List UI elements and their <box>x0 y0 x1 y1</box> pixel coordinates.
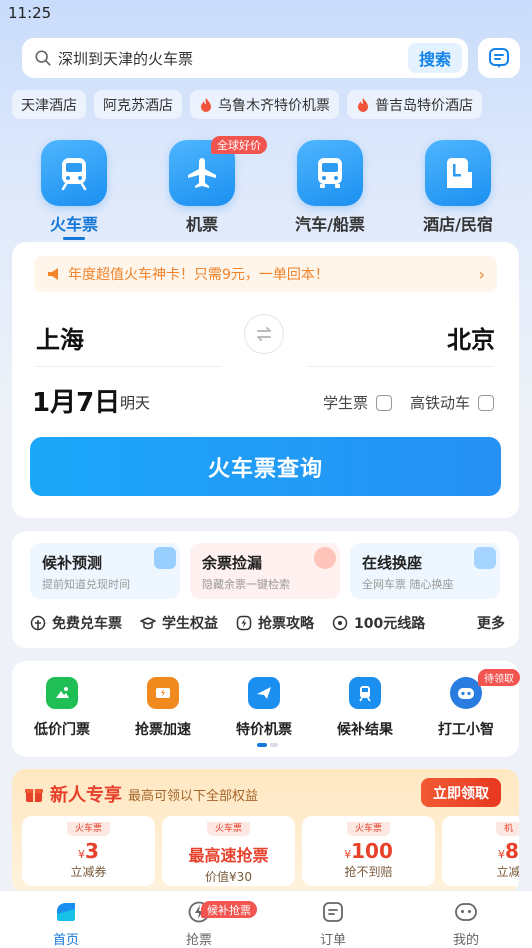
student-ticket-option[interactable]: 学生票 <box>323 392 393 413</box>
page-dot <box>257 743 267 747</box>
tab-grab-tickets[interactable]: 抢票 候补抢票 <box>159 899 257 948</box>
chart-icon <box>154 547 176 569</box>
category-bus[interactable]: 汽车/船票 <box>275 140 385 235</box>
quick-chip[interactable]: 天津酒店 <box>12 90 86 119</box>
swap-cities-button[interactable] <box>244 314 284 354</box>
coupon-card[interactable]: 火车票 最高速抢票 价值¥30 <box>162 816 295 886</box>
ticket-icon <box>46 677 78 709</box>
coupon-card[interactable]: 机 ¥8 立减 <box>442 816 519 886</box>
ticket-search-card: 年度超值火车神卡！只需9元，一单回本！ › 上海 北京 1月7日 明天 学生票 … <box>12 242 519 518</box>
promo-banner[interactable]: 年度超值火车神卡！只需9元，一单回本！ › <box>34 256 497 292</box>
gift-icon <box>30 615 46 631</box>
grid-item[interactable]: 打工小智 待领取 <box>416 669 520 739</box>
quick-chip[interactable]: 阿克苏酒店 <box>94 90 182 119</box>
promo-text: 年度超值火车神卡！只需9元，一单回本！ <box>68 267 329 283</box>
page-indicator <box>257 743 278 747</box>
fire-icon <box>201 97 211 112</box>
service-tile[interactable]: 在线换座 全网车票 随心换座 <box>350 543 500 599</box>
active-indicator <box>63 237 85 240</box>
student-checkbox[interactable] <box>376 394 393 411</box>
graduation-cap-icon <box>140 617 156 630</box>
to-city[interactable]: 北京 <box>447 320 495 355</box>
query-trains-button[interactable]: 火车票查询 <box>30 437 501 496</box>
home-icon <box>57 903 75 921</box>
divider <box>308 366 494 367</box>
tab-orders[interactable]: 订单 <box>293 899 373 948</box>
hotel-icon <box>425 140 491 206</box>
service-tile[interactable]: 余票捡漏 隐藏余票一键检索 <box>190 543 340 599</box>
coupon-card[interactable]: 火车票 ¥3 立减券 <box>22 816 155 886</box>
category-label: 机票 <box>185 215 218 234</box>
date-note: 明天 <box>120 394 151 412</box>
tab-badge: 候补抢票 <box>201 901 257 918</box>
newbie-subtitle: 最高可领以下全部权益 <box>128 788 259 804</box>
grid-item[interactable]: 候补结果 <box>315 677 415 739</box>
newbie-header: 新人专享 最高可领以下全部权益 <box>24 781 258 807</box>
highspeed-checkbox[interactable] <box>478 394 495 411</box>
location-icon <box>332 615 348 631</box>
tab-home[interactable]: 首页 <box>26 899 106 948</box>
highspeed-option[interactable]: 高铁动车 <box>410 392 495 413</box>
order-icon <box>323 902 343 922</box>
service-link[interactable]: 学生权益 <box>140 613 218 633</box>
search-bar[interactable]: 深圳到天津的火车票 搜索 <box>22 38 468 78</box>
quick-chips: 天津酒店 阿克苏酒店 乌鲁木齐特价机票 普吉岛特价酒店 <box>12 90 482 119</box>
grid-item[interactable]: 特价机票 <box>214 677 314 739</box>
clock-icon <box>314 547 336 569</box>
feature-grid: 低价门票 抢票加速 特价机票 候补结果 打工小智 待领取 <box>12 661 520 757</box>
profile-icon <box>455 903 477 921</box>
category-label: 火车票 <box>49 215 98 234</box>
chevron-right-icon: › <box>478 265 485 284</box>
category-train[interactable]: 火车票 <box>19 140 129 240</box>
megaphone-icon <box>48 268 58 280</box>
grid-item[interactable]: 抢票加速 <box>113 677 213 739</box>
services-card: 候补预测 提前知道兑现时间 余票捡漏 隐藏余票一键检索 在线换座 全网车票 随心… <box>12 531 519 648</box>
gift-icon <box>25 789 43 802</box>
category-badge: 全球好价 <box>211 136 267 154</box>
message-icon <box>489 48 509 68</box>
bottom-tab-bar: 首页 抢票 候补抢票 订单 我的 <box>0 890 532 948</box>
from-city[interactable]: 上海 <box>36 320 84 355</box>
train-icon <box>349 677 381 709</box>
page-dot <box>270 743 278 747</box>
message-button[interactable] <box>478 38 520 78</box>
quick-chip[interactable]: 乌鲁木齐特价机票 <box>190 90 339 119</box>
service-link[interactable]: 100元线路 <box>332 613 425 633</box>
category-label: 汽车/船票 <box>295 215 365 234</box>
coupon-card[interactable]: 火车票 ¥100 抢不到赔 <box>302 816 435 886</box>
swap-icon <box>257 327 271 341</box>
bolt-icon <box>236 615 252 631</box>
category-label: 酒店/民宿 <box>423 215 493 234</box>
newbie-benefits: 新人专享 最高可领以下全部权益 立即领取 火车票 ¥3 立减券 火车票 最高速抢… <box>12 769 519 894</box>
service-tile[interactable]: 候补预测 提前知道兑现时间 <box>30 543 180 599</box>
service-link[interactable]: 免费兑车票 <box>30 613 122 633</box>
speed-icon <box>147 677 179 709</box>
search-icon <box>35 50 51 66</box>
plane-icon <box>248 677 280 709</box>
service-links: 免费兑车票 学生权益 抢票攻略 100元线路 更多 <box>30 613 505 633</box>
search-input[interactable]: 深圳到天津的火车票 <box>58 48 408 69</box>
travel-date[interactable]: 1月7日 <box>32 382 120 419</box>
search-button[interactable]: 搜索 <box>408 43 462 73</box>
quick-chip[interactable]: 普吉岛特价酒店 <box>347 90 482 119</box>
seat-icon <box>474 547 496 569</box>
category-nav: 火车票 机票 全球好价 汽车/船票 酒店/民宿 <box>0 136 532 240</box>
newbie-title: 新人专享 <box>50 785 122 806</box>
fire-icon <box>358 97 368 112</box>
category-plane[interactable]: 机票 全球好价 <box>147 136 267 235</box>
category-hotel[interactable]: 酒店/民宿 <box>403 140 513 235</box>
divider <box>36 366 222 367</box>
grid-item[interactable]: 低价门票 <box>12 677 112 739</box>
tab-profile[interactable]: 我的 <box>426 899 506 948</box>
more-link[interactable]: 更多 <box>477 613 505 633</box>
service-link[interactable]: 抢票攻略 <box>236 613 314 633</box>
grid-badge: 待领取 <box>478 669 520 686</box>
status-time: 11:25 <box>8 4 52 22</box>
claim-button[interactable]: 立即领取 <box>421 778 501 807</box>
train-icon <box>41 140 107 206</box>
bus-icon <box>297 140 363 206</box>
